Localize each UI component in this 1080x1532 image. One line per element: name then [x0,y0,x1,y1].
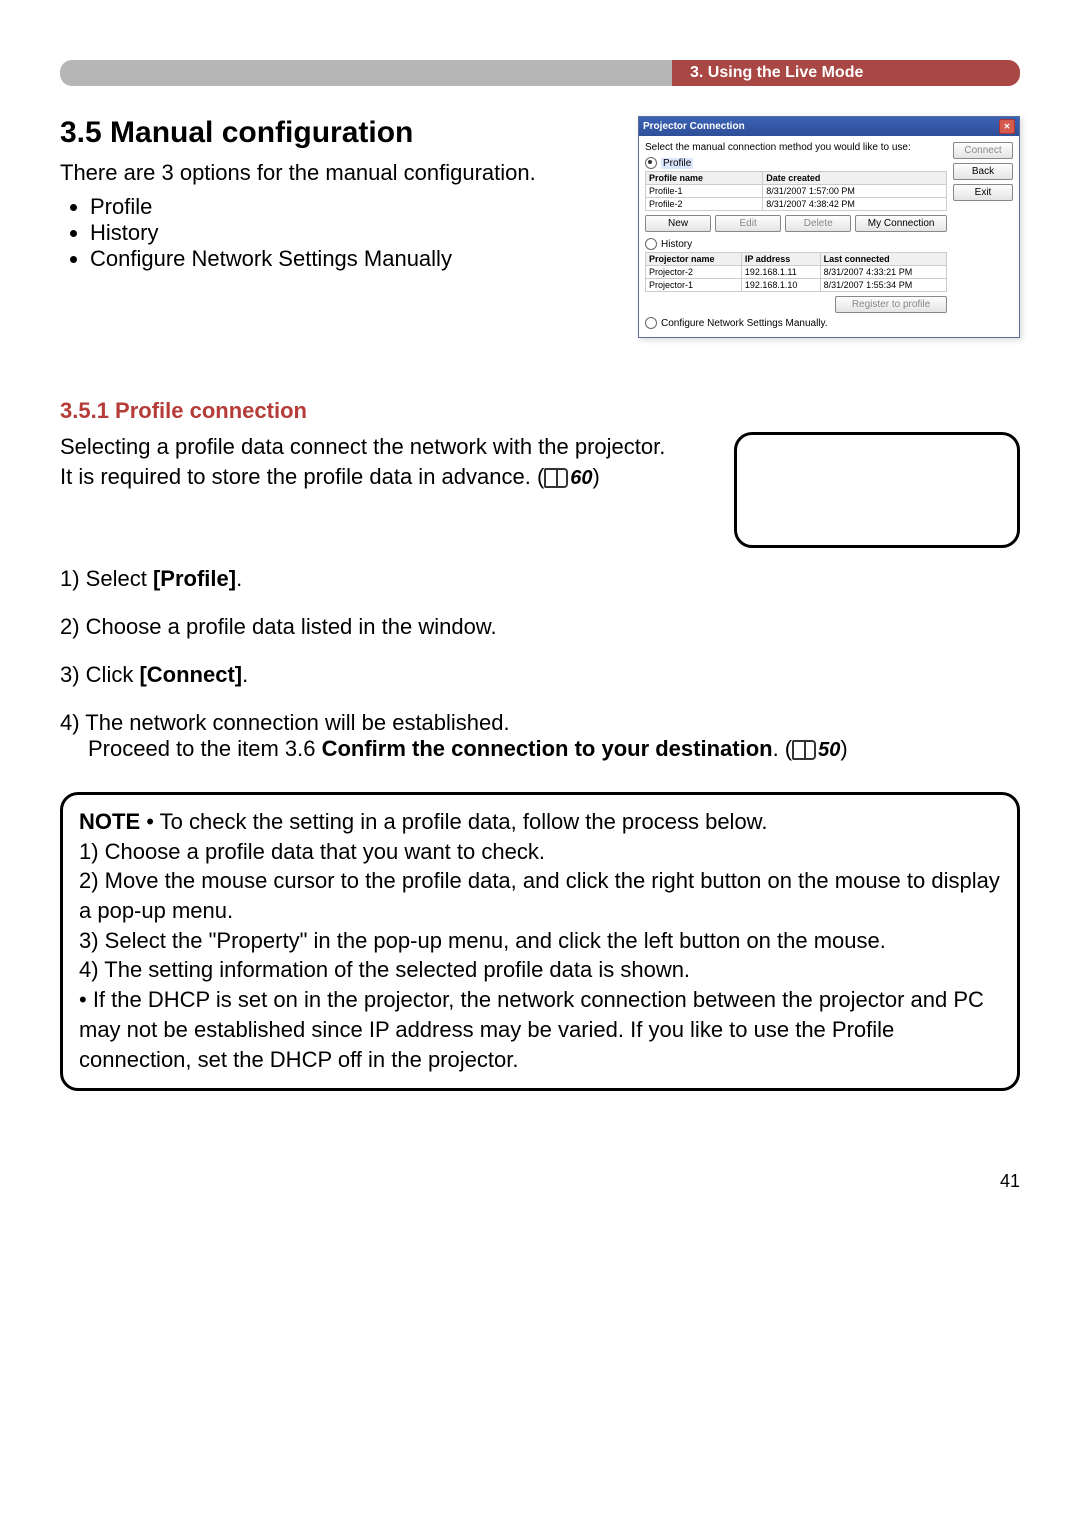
note-extra: • If the DHCP is set on in the projector… [79,987,984,1071]
dialog-title: Projector Connection [643,121,745,132]
illustration-placeholder [734,432,1020,548]
edit-button[interactable]: Edit [715,215,781,232]
note-label: NOTE [79,809,140,834]
step-3: 3) Click [Connect]. [60,662,1020,688]
close-icon[interactable]: ✕ [999,119,1015,134]
projector-connection-dialog: Projector Connection ✕ Select the manual… [638,116,1020,338]
note-step-4: 4) The setting information of the select… [79,957,690,982]
note-box: NOTE • To check the setting in a profile… [60,792,1020,1091]
note-step-1: 1) Choose a profile data that you want t… [79,839,545,864]
step-4: 4) The network connection will be establ… [60,710,1020,762]
table-row[interactable]: Profile-1 8/31/2007 1:57:00 PM [646,185,947,198]
radio-history[interactable]: History [645,238,947,250]
my-connection-button[interactable]: My Connection [855,215,947,232]
table-row[interactable]: Projector-2 192.168.1.11 8/31/2007 4:33:… [646,266,947,279]
note-step-2: 2) Move the mouse cursor to the profile … [79,868,1000,923]
book-icon [544,468,568,488]
radio-icon [645,238,657,250]
exit-button[interactable]: Exit [953,184,1013,201]
option-history: History [90,220,618,246]
dialog-instruction: Select the manual connection method you … [645,142,947,153]
profile-table: Profile name Date created Profile-1 8/31… [645,171,947,211]
radio-icon [645,157,657,169]
header-bar: 3. Using the Live Mode [60,60,1020,86]
back-button[interactable]: Back [953,163,1013,180]
radio-icon [645,317,657,329]
book-icon [792,740,816,760]
page-number: 41 [60,1171,1020,1192]
delete-button[interactable]: Delete [785,215,851,232]
option-profile: Profile [90,194,618,220]
connect-button[interactable]: Connect [953,142,1013,159]
breadcrumb: 3. Using the Live Mode [672,60,1020,86]
history-table: Projector name IP address Last connected… [645,252,947,292]
register-to-profile-button[interactable]: Register to profile [835,296,947,313]
step-1: 1) Select [Profile]. [60,566,1020,592]
subsection-heading: 3.5.1 Profile connection [60,398,1020,424]
new-button[interactable]: New [645,215,711,232]
step-2: 2) Choose a profile data listed in the w… [60,614,1020,640]
option-list: Profile History Configure Network Settin… [90,194,618,272]
table-row[interactable]: Profile-2 8/31/2007 4:38:42 PM [646,198,947,211]
option-manual: Configure Network Settings Manually [90,246,618,272]
steps-list: 1) Select [Profile]. 2) Choose a profile… [60,566,1020,762]
radio-profile[interactable]: Profile [645,157,947,169]
note-step-3: 3) Select the "Property" in the pop-up m… [79,928,886,953]
section-intro: There are 3 options for the manual confi… [60,158,618,188]
radio-manual[interactable]: Configure Network Settings Manually. [645,317,947,329]
table-row[interactable]: Projector-1 192.168.1.10 8/31/2007 1:55:… [646,279,947,292]
section-title: 3.5 Manual configuration [60,116,618,150]
